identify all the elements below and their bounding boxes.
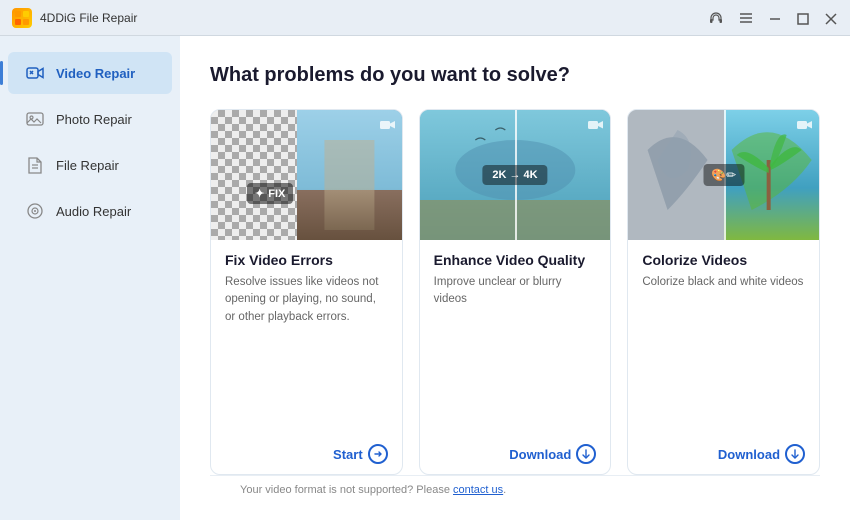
card-enhance-video: 2K → 4K Enhance Video Quality Improve un… bbox=[419, 109, 612, 475]
page-title: What problems do you want to solve? bbox=[210, 64, 820, 87]
checkered-bg bbox=[211, 110, 306, 240]
palette-badge: 🎨✏ bbox=[703, 164, 744, 186]
card-action-colorize: Download bbox=[642, 444, 805, 464]
titlebar: 4DDiG File Repair bbox=[0, 0, 850, 36]
download-icon-enhance bbox=[576, 444, 596, 464]
card-desc-enhance: Improve unclear or blurry videos bbox=[434, 274, 597, 434]
sidebar-item-file-repair[interactable]: File Repair bbox=[8, 144, 172, 186]
footer: Your video format is not supported? Plea… bbox=[210, 475, 820, 504]
sidebar-item-photo-repair[interactable]: Photo Repair bbox=[8, 98, 172, 140]
card-image-fix: ✦FIX bbox=[211, 110, 402, 240]
titlebar-left: 4DDiG File Repair bbox=[12, 8, 137, 28]
download-label-enhance: Download bbox=[509, 447, 571, 462]
sidebar: Video Repair Photo Repair bbox=[0, 36, 180, 520]
app-title: 4DDiG File Repair bbox=[40, 11, 137, 25]
window-controls bbox=[708, 9, 838, 26]
cards-row: ✦FIX Fix Video Errors Resolve issues lik… bbox=[210, 109, 820, 475]
download-button-enhance[interactable]: Download bbox=[509, 444, 596, 464]
card-action-fix: Start bbox=[225, 444, 388, 464]
card-desc-colorize: Colorize black and white videos bbox=[642, 274, 805, 434]
sidebar-item-video-repair[interactable]: Video Repair bbox=[8, 52, 172, 94]
card-body-enhance: Enhance Video Quality Improve unclear or… bbox=[420, 240, 611, 474]
footer-text: Your video format is not supported? Plea… bbox=[240, 484, 453, 496]
video-icon-corner-enhance bbox=[588, 116, 604, 131]
card-title-fix: Fix Video Errors bbox=[225, 252, 388, 268]
card-body-colorize: Colorize Videos Colorize black and white… bbox=[628, 240, 819, 474]
start-arrow-icon bbox=[368, 444, 388, 464]
footer-suffix: . bbox=[503, 484, 506, 496]
fix-badge: ✦FIX bbox=[247, 183, 293, 204]
app-icon bbox=[12, 8, 32, 28]
maximize-icon[interactable] bbox=[796, 9, 810, 25]
card-image-colorize: 🎨✏ bbox=[628, 110, 819, 240]
start-button[interactable]: Start bbox=[333, 444, 388, 464]
video-repair-icon bbox=[24, 62, 46, 84]
photo-repair-icon bbox=[24, 108, 46, 130]
video-icon-corner-colorize bbox=[797, 116, 813, 131]
card-desc-fix: Resolve issues like videos not opening o… bbox=[225, 274, 388, 434]
card-title-enhance: Enhance Video Quality bbox=[434, 252, 597, 268]
download-button-colorize[interactable]: Download bbox=[718, 444, 805, 464]
video-icon-corner-fix bbox=[380, 116, 396, 131]
sidebar-item-audio-repair[interactable]: Audio Repair bbox=[8, 190, 172, 232]
minimize-icon[interactable] bbox=[768, 9, 782, 25]
audio-repair-icon bbox=[24, 200, 46, 222]
close-icon[interactable] bbox=[824, 9, 838, 25]
sidebar-label-video-repair: Video Repair bbox=[56, 66, 135, 81]
sidebar-label-photo-repair: Photo Repair bbox=[56, 112, 132, 127]
card-body-fix: Fix Video Errors Resolve issues like vid… bbox=[211, 240, 402, 474]
card-colorize: 🎨✏ Colorize Videos Colorize black and wh… bbox=[627, 109, 820, 475]
sidebar-label-audio-repair: Audio Repair bbox=[56, 204, 131, 219]
quality-badge: 2K → 4K bbox=[482, 165, 547, 185]
card-action-enhance: Download bbox=[434, 444, 597, 464]
main-container: Video Repair Photo Repair bbox=[0, 36, 850, 520]
card-title-colorize: Colorize Videos bbox=[642, 252, 805, 268]
download-label-colorize: Download bbox=[718, 447, 780, 462]
headphone-icon[interactable] bbox=[708, 9, 724, 26]
sidebar-label-file-repair: File Repair bbox=[56, 158, 119, 173]
file-repair-icon bbox=[24, 154, 46, 176]
content-area: What problems do you want to solve? bbox=[180, 36, 850, 520]
contact-link[interactable]: contact us bbox=[453, 484, 503, 496]
start-label: Start bbox=[333, 447, 363, 462]
card-image-enhance: 2K → 4K bbox=[420, 110, 611, 240]
download-icon-colorize bbox=[785, 444, 805, 464]
card-fix-video-errors: ✦FIX Fix Video Errors Resolve issues lik… bbox=[210, 109, 403, 475]
menu-icon[interactable] bbox=[738, 9, 754, 26]
